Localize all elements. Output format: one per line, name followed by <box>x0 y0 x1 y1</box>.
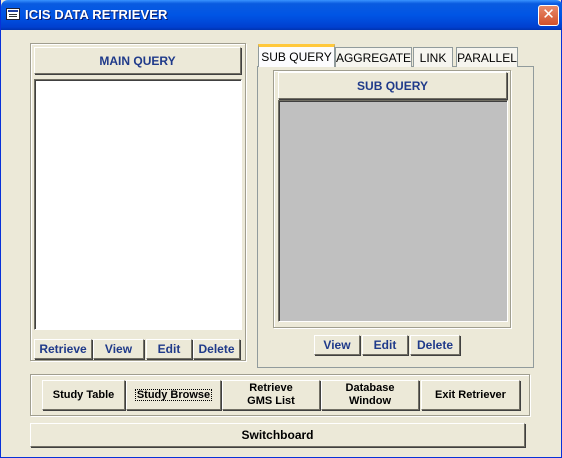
app-window: ICIS DATA RETRIEVER ✕ MAIN QUERY Retriev… <box>0 0 562 458</box>
tab-aggregate[interactable]: AGGREGATE <box>335 47 412 67</box>
study-browse-label: Study Browse <box>134 389 213 401</box>
main-query-header-button[interactable]: MAIN QUERY <box>34 47 241 74</box>
main-query-list[interactable] <box>34 79 242 330</box>
retrieve-button[interactable]: Retrieve <box>34 339 92 359</box>
tab-link[interactable]: LINK <box>413 47 453 67</box>
sub-delete-button[interactable]: Delete <box>410 335 460 355</box>
tab-sub-query[interactable]: SUB QUERY <box>258 44 335 67</box>
database-window-button[interactable]: Database Window <box>321 380 419 410</box>
study-browse-button[interactable]: Study Browse <box>126 380 221 410</box>
retrieve-gms-list-button[interactable]: Retrieve GMS List <box>222 380 320 410</box>
sub-query-list[interactable] <box>278 100 508 322</box>
title-bar[interactable]: ICIS DATA RETRIEVER ✕ <box>1 0 562 30</box>
main-view-button[interactable]: View <box>93 339 144 359</box>
study-table-button[interactable]: Study Table <box>42 380 125 410</box>
switchboard-button[interactable]: Switchboard <box>30 423 525 447</box>
sub-view-button[interactable]: View <box>314 335 360 355</box>
window-title: ICIS DATA RETRIEVER <box>25 7 168 22</box>
tab-parallel[interactable]: PARALLEL <box>456 47 518 67</box>
main-delete-button[interactable]: Delete <box>193 339 240 359</box>
sub-edit-button[interactable]: Edit <box>362 335 408 355</box>
app-form-icon[interactable] <box>6 8 20 20</box>
close-button[interactable]: ✕ <box>538 5 559 26</box>
main-edit-button[interactable]: Edit <box>146 339 192 359</box>
exit-retriever-button[interactable]: Exit Retriever <box>421 380 520 410</box>
sub-query-header-button[interactable]: SUB QUERY <box>278 72 507 99</box>
